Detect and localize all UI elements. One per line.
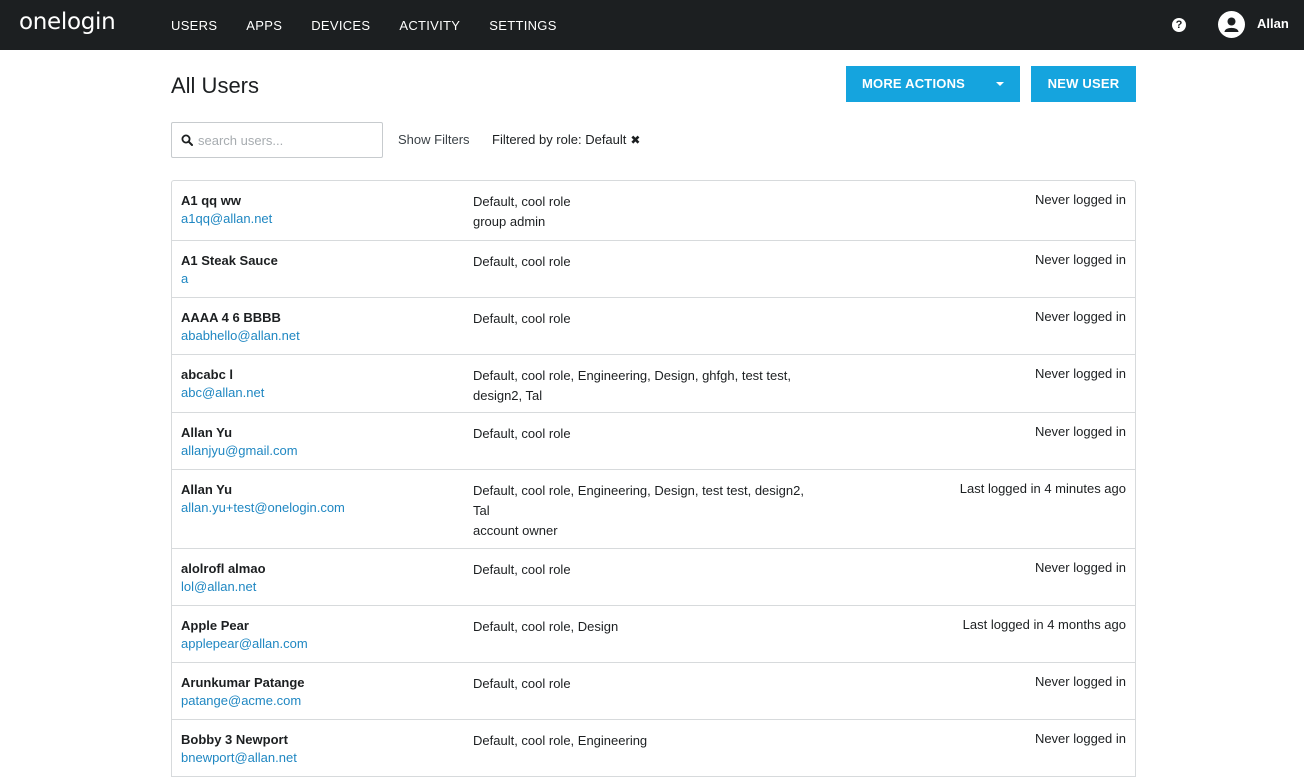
active-filter-tag: Filtered by role: Default ✖ — [492, 132, 640, 147]
roles-line: Default, cool role, Engineering, Design,… — [473, 368, 791, 383]
nav-activity[interactable]: ACTIVITY — [399, 18, 460, 33]
search-icon — [181, 134, 193, 146]
last-login: Last logged in 4 months ago — [962, 617, 1126, 632]
roles-line: group admin — [473, 214, 546, 229]
last-login: Never logged in — [1034, 731, 1126, 746]
roles-line: account owner — [473, 523, 558, 538]
table-row[interactable]: Allan Yu allan.yu+test@onelogin.com Defa… — [172, 470, 1135, 549]
more-actions-button[interactable]: MORE ACTIONS — [846, 66, 1020, 102]
roles-line: Default, cool role — [473, 426, 571, 441]
nav-settings[interactable]: SETTINGS — [489, 18, 556, 33]
user-roles: Default, cool role — [473, 309, 873, 329]
user-menu-name[interactable]: Allan — [1257, 16, 1289, 31]
search-box — [171, 122, 383, 158]
user-roles: Default, cool role, Engineering, Design,… — [473, 366, 873, 406]
roles-line: Default, cool role — [473, 676, 571, 691]
roles-line: Default, cool role — [473, 562, 571, 577]
user-roles: Default, cool role — [473, 560, 873, 580]
roles-line: Default, cool role — [473, 194, 571, 209]
nav-users[interactable]: USERS — [171, 18, 217, 33]
user-roles: Default, cool role — [473, 424, 873, 444]
onelogin-logo[interactable]: onelogin — [19, 9, 116, 35]
table-row[interactable]: Allan Yu allanjyu@gmail.com Default, coo… — [172, 413, 1135, 470]
table-row[interactable]: abcabc l abc@allan.net Default, cool rol… — [172, 355, 1135, 413]
table-row[interactable]: alolrofl almao lol@allan.net Default, co… — [172, 549, 1135, 606]
table-row[interactable]: A1 qq ww a1qq@allan.net Default, cool ro… — [172, 181, 1135, 241]
search-input[interactable] — [198, 130, 378, 150]
user-roles: Default, cool role, Engineering — [473, 731, 873, 751]
main-nav: USERS APPS DEVICES ACTIVITY SETTINGS — [171, 0, 586, 50]
user-roles: Default, cool role — [473, 674, 873, 694]
user-roles: Default, cool role group admin — [473, 192, 873, 232]
close-icon[interactable]: ✖ — [630, 133, 640, 147]
user-roles: Default, cool role, Design — [473, 617, 873, 637]
user-roles: Default, cool role, Engineering, Design,… — [473, 481, 873, 541]
last-login: Never logged in — [1034, 560, 1126, 575]
roles-line: Tal — [473, 503, 490, 518]
caret-down-icon — [996, 82, 1004, 86]
table-row[interactable]: A1 Steak Sauce a Default, cool role Neve… — [172, 241, 1135, 298]
roles-line: Default, cool role, Engineering, Design,… — [473, 483, 804, 498]
last-login: Last logged in 4 minutes ago — [959, 481, 1126, 496]
page-title: All Users — [171, 73, 260, 98]
user-avatar-icon — [1224, 17, 1239, 32]
more-actions-label: MORE ACTIONS — [862, 76, 966, 91]
users-table: A1 qq ww a1qq@allan.net Default, cool ro… — [171, 180, 1136, 777]
roles-line: Default, cool role — [473, 254, 571, 269]
last-login: Never logged in — [1034, 192, 1126, 207]
table-row[interactable]: Bobby 3 Newport bnewport@allan.net Defau… — [172, 720, 1135, 777]
help-icon[interactable]: ? — [1172, 18, 1186, 32]
roles-line: Default, cool role, Design — [473, 619, 619, 634]
new-user-button[interactable]: NEW USER — [1031, 66, 1136, 102]
table-row[interactable]: Apple Pear applepear@allan.com Default, … — [172, 606, 1135, 663]
active-filter-label: Filtered by role: Default — [492, 132, 627, 147]
nav-devices[interactable]: DEVICES — [311, 18, 370, 33]
table-row[interactable]: AAAA 4 6 BBBB ababhello@allan.net Defaul… — [172, 298, 1135, 355]
show-filters-link[interactable]: Show Filters — [398, 132, 470, 147]
top-nav-bar: onelogin USERS APPS DEVICES ACTIVITY SET… — [0, 0, 1304, 50]
last-login: Never logged in — [1034, 424, 1126, 439]
roles-line: Default, cool role, Engineering — [473, 733, 648, 748]
last-login: Never logged in — [1034, 366, 1126, 381]
last-login: Never logged in — [1034, 674, 1126, 689]
roles-line: design2, Tal — [473, 388, 543, 403]
last-login: Never logged in — [1034, 252, 1126, 267]
user-roles: Default, cool role — [473, 252, 873, 272]
nav-apps[interactable]: APPS — [246, 18, 282, 33]
last-login: Never logged in — [1034, 309, 1126, 324]
avatar[interactable] — [1218, 11, 1245, 38]
table-row[interactable]: Arunkumar Patange patange@acme.com Defau… — [172, 663, 1135, 720]
roles-line: Default, cool role — [473, 311, 571, 326]
